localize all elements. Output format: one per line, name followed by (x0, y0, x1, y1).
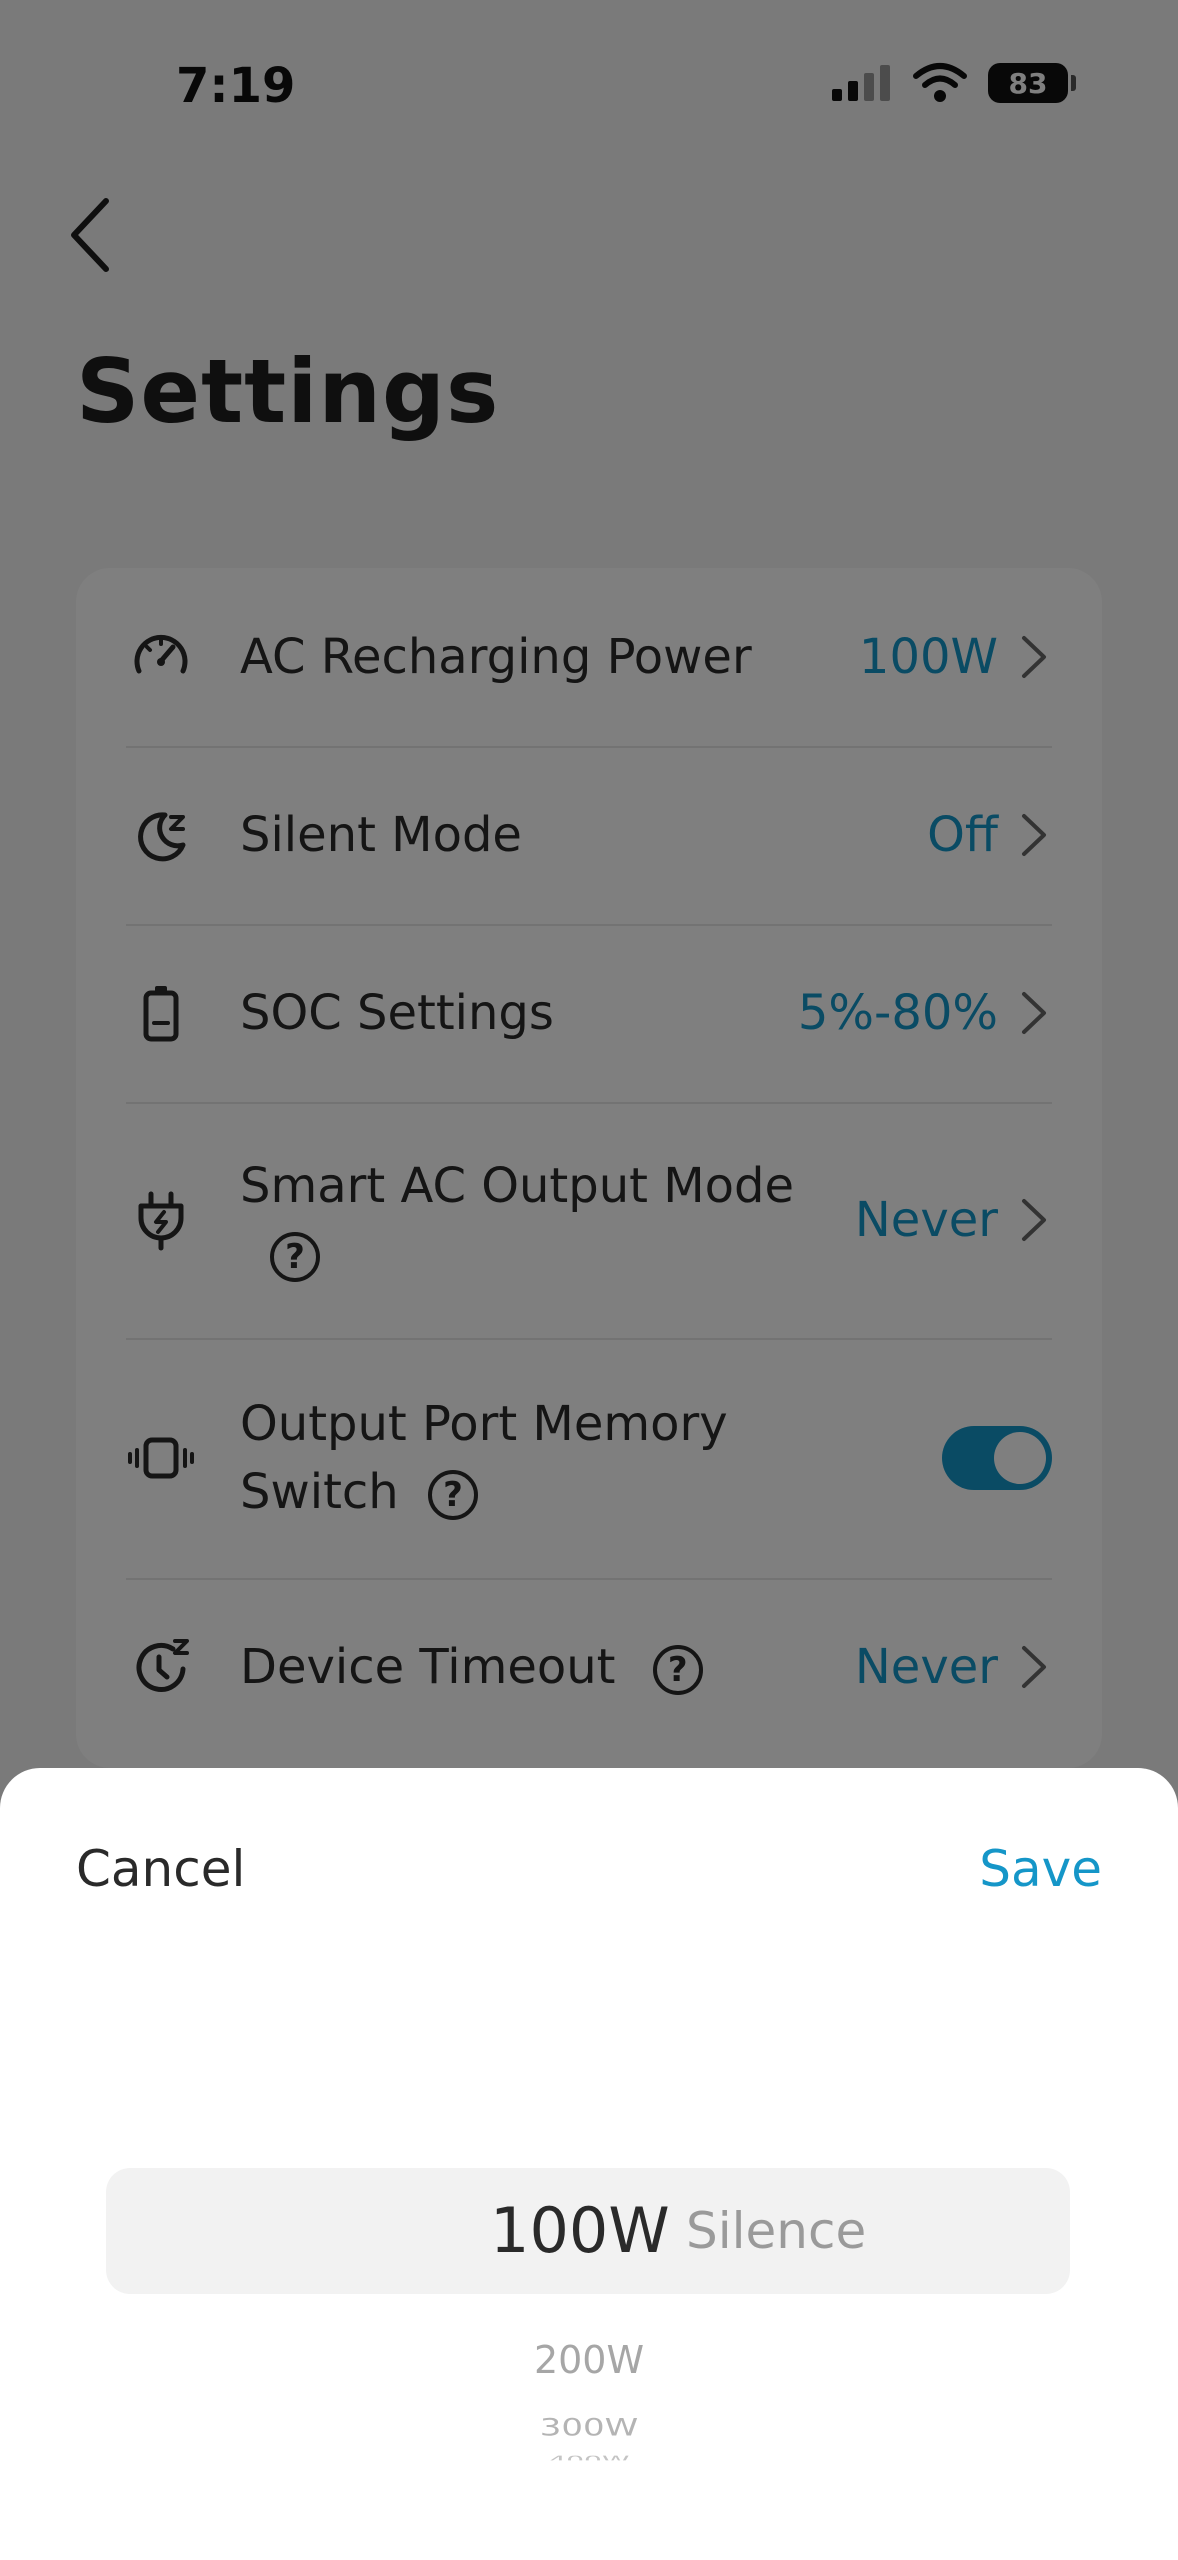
picker-secondary-label: Silence (686, 2202, 867, 2260)
save-button[interactable]: Save (979, 1840, 1102, 1898)
picker-option[interactable]: 200W (0, 2332, 1178, 2388)
power-picker-sheet: Cancel Save 100W Silence 200W 300W 400W (0, 1768, 1178, 2560)
picker-selected-option[interactable]: 100W (490, 2176, 670, 2286)
cancel-button[interactable]: Cancel (76, 1840, 245, 1898)
picker-option[interactable]: 400W (0, 2456, 1178, 2461)
picker-option[interactable]: 300W (0, 2411, 1178, 2445)
